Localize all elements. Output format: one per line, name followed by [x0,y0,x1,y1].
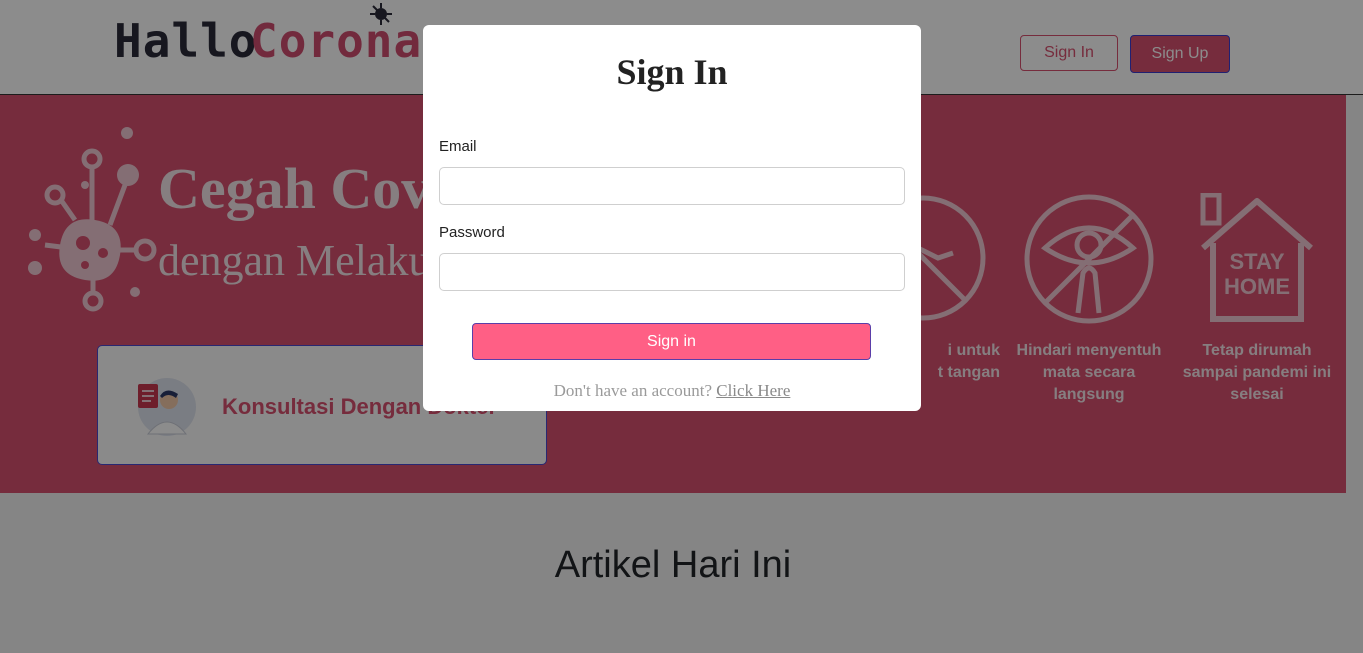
signup-hint: Don't have an account? Click Here [423,381,921,401]
signin-submit-button[interactable]: Sign in [472,323,871,360]
email-label: Email [439,138,477,155]
signup-hint-text: Don't have an account? [553,381,712,400]
email-field[interactable] [439,167,905,205]
signin-modal: Sign In Email Password Sign in Don't hav… [423,25,921,411]
signup-link[interactable]: Click Here [716,381,790,400]
modal-title: Sign In [616,52,728,92]
password-label: Password [439,224,505,241]
password-field[interactable] [439,253,905,291]
